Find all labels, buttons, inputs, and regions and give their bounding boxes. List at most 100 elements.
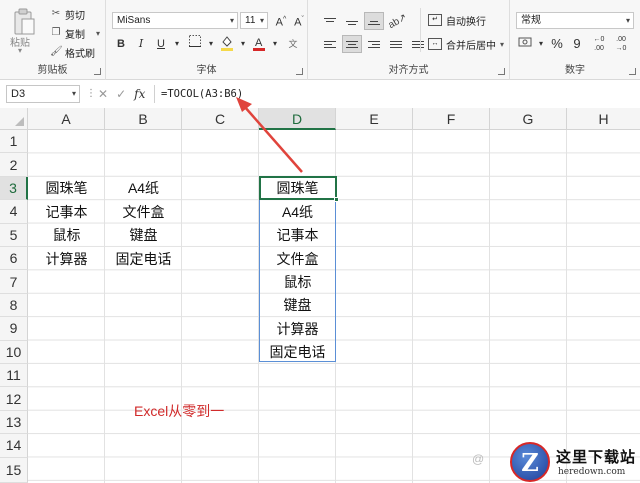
font-color-dropdown-icon[interactable]: ▾ [266, 35, 284, 53]
number-group-label: 数字 [565, 65, 585, 76]
row-header-5[interactable]: 5 [0, 223, 28, 247]
underline-dropdown-icon[interactable]: ▾ [168, 35, 186, 53]
cell-d6[interactable]: 文件盒 [259, 247, 336, 270]
phonetic-icon[interactable]: 文 [284, 35, 302, 53]
align-right-icon[interactable] [364, 35, 384, 53]
row-header-15[interactable]: 15 [0, 457, 28, 483]
copy-button[interactable]: ❐ 复制 ▾ [50, 25, 101, 41]
chevron-down-icon: ▾ [71, 89, 76, 98]
column-header-h[interactable]: H [567, 108, 640, 130]
align-center-icon[interactable] [342, 35, 362, 53]
ribbon: 粘贴 ▾ ✂ 剪切 ❐ 复制 ▾ 🖌 格式刷 剪贴板 MiSans ▾ 11 ▾… [0, 0, 640, 80]
align-middle-icon[interactable] [342, 12, 362, 30]
row-header-12[interactable]: 12 [0, 387, 28, 411]
column-header-e[interactable]: E [336, 108, 413, 130]
logo-url: heredown.com [558, 467, 626, 477]
font-size-select[interactable]: 11 ▾ [240, 12, 268, 29]
active-cell-d3[interactable] [259, 176, 339, 202]
percent-button[interactable]: % [548, 35, 566, 53]
column-header-a[interactable]: A [28, 108, 105, 130]
cell-a3[interactable]: 圆珠笔 [28, 177, 105, 200]
clipboard-launcher-icon[interactable] [94, 68, 101, 75]
cell-a6[interactable]: 计算器 [28, 247, 105, 270]
row-header-13[interactable]: 13 [0, 410, 28, 435]
chevron-down-icon: ▾ [229, 16, 234, 25]
align-top-icon[interactable] [320, 12, 340, 30]
cell-b5[interactable]: 键盘 [105, 224, 182, 247]
formula-input[interactable]: =TOCOL(A3:B6) [154, 85, 638, 103]
comma-style-button[interactable]: 9 [568, 35, 586, 53]
align-left-icon[interactable] [320, 35, 340, 53]
increase-decimal-icon[interactable]: ←0.00 [590, 35, 608, 53]
font-launcher-icon[interactable] [296, 68, 303, 75]
increase-font-icon[interactable]: A^ [272, 11, 290, 29]
number-format-select[interactable]: 常规 ▾ [516, 12, 634, 29]
cancel-icon[interactable]: ✕ [98, 87, 108, 101]
copy-dropdown-icon[interactable]: ▾ [96, 29, 100, 38]
name-box[interactable]: D3 ▾ [6, 85, 80, 103]
cell-b4[interactable]: 文件盒 [105, 200, 182, 223]
row-header-7[interactable]: 7 [0, 270, 28, 294]
cell-b3[interactable]: A4纸 [105, 177, 182, 200]
cut-button[interactable]: ✂ 剪切 [50, 6, 85, 22]
cell-d4[interactable]: A4纸 [259, 200, 336, 223]
cell-a5[interactable]: 鼠标 [28, 224, 105, 247]
format-painter-button[interactable]: 🖌 格式刷 [50, 44, 95, 60]
column-header-c[interactable]: C [182, 108, 259, 130]
row-header-11[interactable]: 11 [0, 364, 28, 388]
faint-watermark: @ [472, 452, 485, 466]
italic-button[interactable]: I [132, 35, 150, 53]
alignment-launcher-icon[interactable] [498, 68, 505, 75]
wrap-text-button[interactable]: ↵ 自动换行 [428, 12, 486, 28]
bold-button[interactable]: B [112, 35, 130, 53]
cell-d10[interactable]: 固定电话 [259, 341, 336, 364]
column-header-b[interactable]: B [105, 108, 182, 130]
confirm-icon[interactable]: ✓ [116, 87, 126, 101]
cell-d5[interactable]: 记事本 [259, 224, 336, 247]
number-launcher-icon[interactable] [629, 68, 636, 75]
column-header-d[interactable]: D [259, 108, 336, 130]
cell-b6[interactable]: 固定电话 [105, 247, 182, 270]
row-header-9[interactable]: 9 [0, 317, 28, 341]
divider [420, 8, 421, 52]
row-header-1[interactable]: 1 [0, 130, 28, 154]
row-header-8[interactable]: 8 [0, 293, 28, 318]
row-header-2[interactable]: 2 [0, 153, 28, 177]
cell-d9[interactable]: 计算器 [259, 317, 336, 340]
merge-center-button[interactable]: ↔ 合并后居中 ▾ [428, 36, 504, 52]
font-name-select[interactable]: MiSans ▾ [112, 12, 238, 29]
row-header-6[interactable]: 6 [0, 247, 28, 271]
scissors-icon: ✂ [51, 8, 61, 19]
decrease-decimal-icon[interactable]: .00 →0 [612, 35, 630, 53]
orientation-icon[interactable]: ab↗ [386, 11, 410, 30]
clipboard-group-label: 剪贴板 [37, 65, 68, 76]
decrease-indent-icon[interactable] [386, 35, 406, 53]
spreadsheet-grid: A B C D E F G H 1 2 3 4 5 6 7 8 9 10 11 … [0, 108, 640, 483]
cell-a4[interactable]: 记事本 [28, 200, 105, 223]
merge-icon: ↔ [428, 38, 442, 50]
font-group-label: 字体 [196, 65, 217, 76]
paste-dropdown-icon[interactable]: ▾ [18, 46, 22, 55]
insert-function-icon[interactable]: fx [134, 87, 145, 101]
cell-d8[interactable]: 键盘 [259, 294, 336, 317]
increase-indent-icon[interactable] [408, 35, 428, 53]
copy-icon: ❐ [51, 27, 61, 38]
select-all-button[interactable] [0, 108, 28, 130]
row-header-3[interactable]: 3 [0, 176, 28, 201]
fill-handle[interactable] [334, 197, 339, 202]
formula-bar: D3 ▾ ⋮ ✕ ✓ fx =TOCOL(A3:B6) [0, 84, 640, 104]
paste-icon[interactable] [12, 8, 36, 36]
column-header-g[interactable]: G [490, 108, 567, 130]
align-bottom-icon[interactable] [364, 12, 384, 30]
row-header-14[interactable]: 14 [0, 434, 28, 458]
wrap-text-icon: ↵ [428, 14, 442, 26]
column-header-f[interactable]: F [413, 108, 490, 130]
more-options-icon[interactable]: ⋮ [86, 88, 96, 99]
row-header-10[interactable]: 10 [0, 340, 28, 364]
row-header-4[interactable]: 4 [0, 200, 28, 224]
chevron-down-icon: ▾ [259, 16, 264, 25]
cell-d7[interactable]: 鼠标 [259, 270, 336, 293]
merge-dropdown-icon[interactable]: ▾ [500, 40, 504, 49]
decrease-font-icon[interactable]: Aˇ [290, 11, 308, 29]
font-group: MiSans ▾ 11 ▾ A^ Aˇ B I U ▾ ▾ ▾ A ▾ 文 字体 [106, 0, 308, 80]
